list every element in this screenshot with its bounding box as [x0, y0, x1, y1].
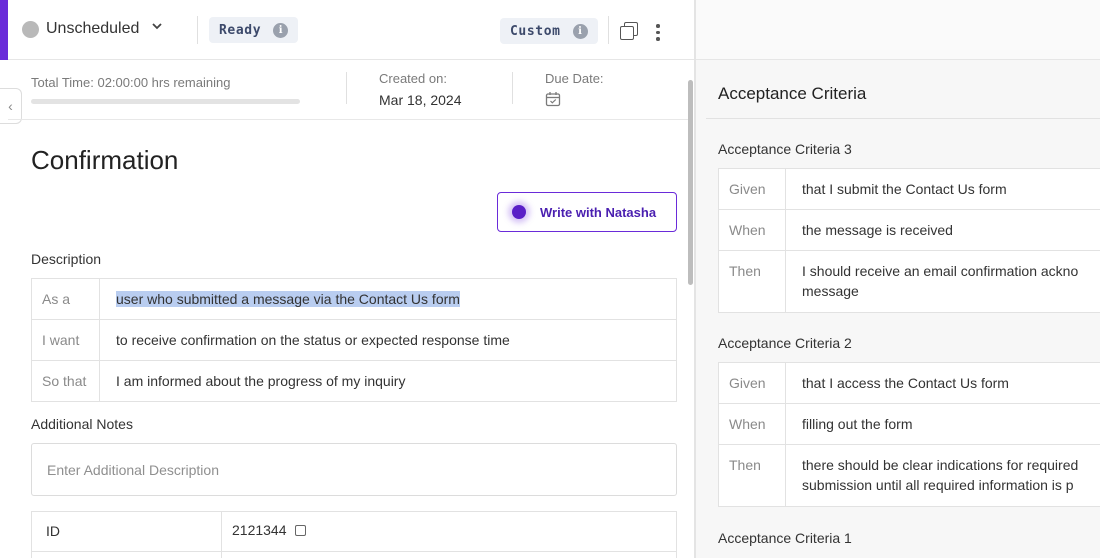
id-value-cell: 2121344: [221, 511, 677, 552]
row-value[interactable]: that I submit the Contact Us form: [785, 168, 1100, 210]
copy-icon[interactable]: [620, 22, 638, 40]
custom-badge-label: Custom: [510, 23, 561, 39]
acceptance-criteria-title: Acceptance Criteria: [718, 84, 867, 103]
row-value: there should be clear indications for re…: [802, 457, 1079, 473]
criteria-table: Given that I submit the Contact Us form …: [718, 168, 1100, 313]
toolbar-divider: [608, 16, 609, 44]
row-value: I should receive an email confirmation a…: [802, 263, 1079, 279]
table-row: When the message is received: [718, 209, 1100, 251]
status-dropdown[interactable]: Unscheduled: [46, 20, 139, 38]
details-table: ID 2121344: [31, 511, 677, 558]
panel-divider: [694, 0, 696, 558]
row-value[interactable]: filling out the form: [785, 403, 1100, 445]
created-date: Mar 18, 2024: [379, 92, 462, 108]
table-row: Then I should receive an email confirmat…: [718, 250, 1100, 313]
table-row: Given that I access the Contact Us form: [718, 362, 1100, 404]
acceptance-title-divider: [706, 118, 1100, 119]
meta-bottom-divider: [8, 119, 688, 120]
toolbar-divider: [197, 16, 198, 44]
meta-divider: [346, 72, 347, 104]
total-time-label: Total Time: 02:00:00 hrs remaining: [31, 75, 231, 90]
acceptance-panel-header-bar: [696, 0, 1100, 60]
row-key: Given: [718, 168, 786, 210]
table-row: Then there should be clear indications f…: [718, 444, 1100, 507]
created-label: Created on:: [379, 71, 447, 86]
table-row: As a user who submitted a message via th…: [31, 278, 677, 320]
empty-cell: [31, 551, 222, 558]
scrollbar-thumb[interactable]: [688, 80, 693, 285]
criteria-label: Acceptance Criteria 3: [718, 141, 852, 157]
row-value-cont: submission until all required informatio…: [802, 477, 1074, 493]
criteria-table: Given that I access the Contact Us form …: [718, 362, 1100, 507]
row-value[interactable]: that I access the Contact Us form: [785, 362, 1100, 404]
table-row: Given that I submit the Contact Us form: [718, 168, 1100, 210]
time-progress-bar: [31, 99, 300, 104]
description-label: Description: [31, 251, 102, 267]
additional-notes-input[interactable]: [32, 444, 676, 495]
due-date-label: Due Date:: [545, 71, 604, 86]
app-accent-strip: [0, 0, 8, 60]
id-value: 2121344: [232, 522, 287, 538]
row-value[interactable]: to receive confirmation on the status or…: [99, 319, 677, 361]
criteria-label: Acceptance Criteria 2: [718, 335, 852, 351]
row-key: Given: [718, 362, 786, 404]
calendar-icon[interactable]: [545, 91, 561, 112]
table-row: ID 2121344: [31, 511, 677, 552]
row-key: Then: [718, 250, 786, 313]
info-icon[interactable]: i: [273, 22, 289, 38]
additional-notes-label: Additional Notes: [31, 416, 133, 432]
criteria-label: Acceptance Criteria 1: [718, 530, 852, 546]
row-value-cell[interactable]: user who submitted a message via the Con…: [99, 278, 677, 320]
table-row: [31, 551, 677, 558]
table-row: So that I am informed about the progress…: [31, 360, 677, 402]
description-table: As a user who submitted a message via th…: [31, 278, 677, 402]
row-key: When: [718, 209, 786, 251]
id-label: ID: [31, 511, 222, 552]
ready-badge-label: Ready: [219, 22, 262, 38]
row-value-cell[interactable]: there should be clear indications for re…: [785, 444, 1100, 507]
meta-divider: [512, 72, 513, 104]
row-key: When: [718, 403, 786, 445]
selected-text[interactable]: user who submitted a message via the Con…: [116, 291, 460, 307]
write-with-natasha-label: Write with Natasha: [540, 204, 657, 220]
story-title[interactable]: Confirmation: [31, 145, 178, 176]
additional-notes-field[interactable]: [31, 443, 677, 496]
ready-badge[interactable]: Ready i: [209, 17, 299, 43]
status-dot-icon: [22, 21, 39, 38]
row-value[interactable]: I am informed about the progress of my i…: [99, 360, 677, 402]
info-icon[interactable]: i: [572, 23, 588, 39]
write-with-natasha-button[interactable]: Write with Natasha: [497, 192, 677, 232]
copy-icon[interactable]: [294, 525, 306, 536]
row-value-cell[interactable]: I should receive an email confirmation a…: [785, 250, 1100, 313]
row-key: As a: [31, 278, 100, 320]
row-key: I want: [31, 319, 100, 361]
row-value-cont: message: [802, 283, 859, 299]
row-key: Then: [718, 444, 786, 507]
row-value[interactable]: the message is received: [785, 209, 1100, 251]
more-vertical-icon[interactable]: [656, 24, 660, 41]
chevron-down-icon[interactable]: [151, 20, 163, 35]
row-key: So that: [31, 360, 100, 402]
table-row: I want to receive confirmation on the st…: [31, 319, 677, 361]
empty-cell: [221, 551, 677, 558]
table-row: When filling out the form: [718, 403, 1100, 445]
ai-orb-icon: [512, 205, 526, 219]
custom-badge[interactable]: Custom i: [500, 18, 598, 44]
